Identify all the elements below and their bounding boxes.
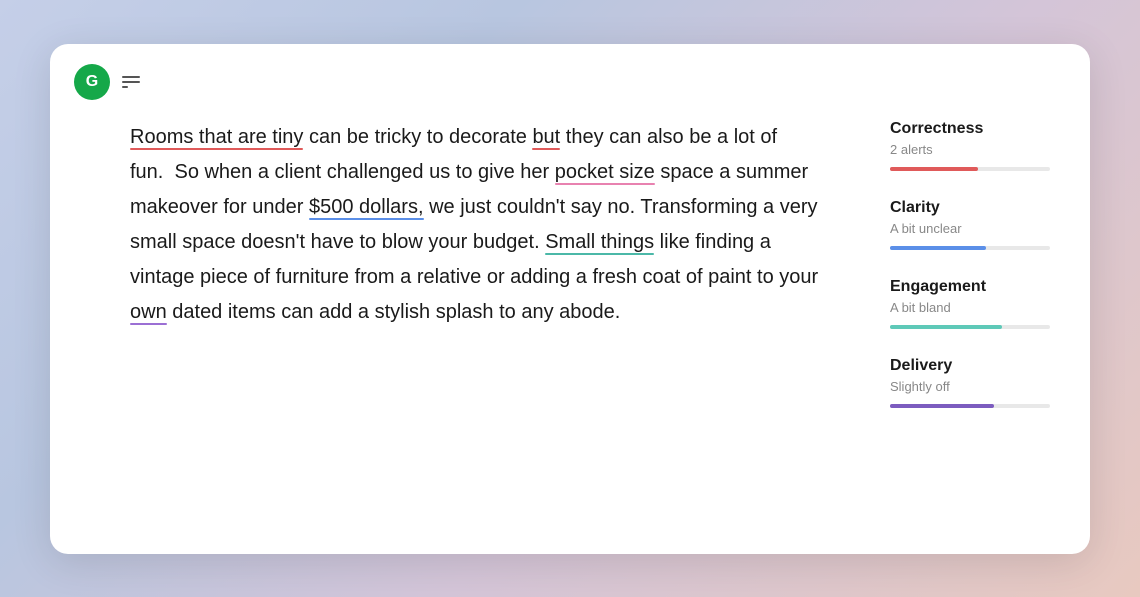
- grammarly-logo: G: [74, 64, 110, 100]
- metric-clarity[interactable]: Clarity A bit unclear: [890, 199, 1050, 250]
- engagement-subtitle: A bit bland: [890, 300, 1050, 315]
- clarity-bar-fill: [890, 246, 986, 250]
- metric-engagement[interactable]: Engagement A bit bland: [890, 278, 1050, 329]
- metric-correctness[interactable]: Correctness 2 alerts: [890, 120, 1050, 171]
- underlined-text-own: own: [130, 301, 167, 323]
- main-card: G Rooms that are tiny can be tricky to d…: [50, 44, 1090, 554]
- content-area: Rooms that are tiny can be tricky to dec…: [50, 110, 1090, 554]
- metrics-sidebar: Correctness 2 alerts Clarity A bit uncle…: [870, 110, 1090, 534]
- correctness-title: Correctness: [890, 120, 1050, 138]
- delivery-bar-fill: [890, 404, 994, 408]
- clarity-subtitle: A bit unclear: [890, 221, 1050, 236]
- text-editor[interactable]: Rooms that are tiny can be tricky to dec…: [50, 110, 870, 534]
- menu-icon[interactable]: [118, 72, 144, 92]
- clarity-title: Clarity: [890, 199, 1050, 217]
- underlined-text-rooms: Rooms that are tiny: [130, 126, 303, 148]
- clarity-bar-bg: [890, 246, 1050, 250]
- underlined-text-pocket: pocket size: [555, 161, 655, 183]
- underlined-text-smallthings: Small things: [545, 231, 654, 253]
- underlined-text-but: but: [532, 126, 560, 148]
- correctness-bar-bg: [890, 167, 1050, 171]
- engagement-bar-bg: [890, 325, 1050, 329]
- metric-delivery[interactable]: Delivery Slightly off: [890, 357, 1050, 408]
- delivery-title: Delivery: [890, 357, 1050, 375]
- toolbar: G: [50, 44, 1090, 110]
- engagement-title: Engagement: [890, 278, 1050, 296]
- underlined-text-verysmall: very small: [130, 196, 818, 253]
- underlined-text-dollars: $500 dollars,: [309, 196, 424, 218]
- correctness-subtitle: 2 alerts: [890, 142, 1050, 157]
- delivery-subtitle: Slightly off: [890, 379, 1050, 394]
- editor-paragraph: Rooms that are tiny can be tricky to dec…: [130, 120, 820, 330]
- correctness-bar-fill: [890, 167, 978, 171]
- delivery-bar-bg: [890, 404, 1050, 408]
- engagement-bar-fill: [890, 325, 1002, 329]
